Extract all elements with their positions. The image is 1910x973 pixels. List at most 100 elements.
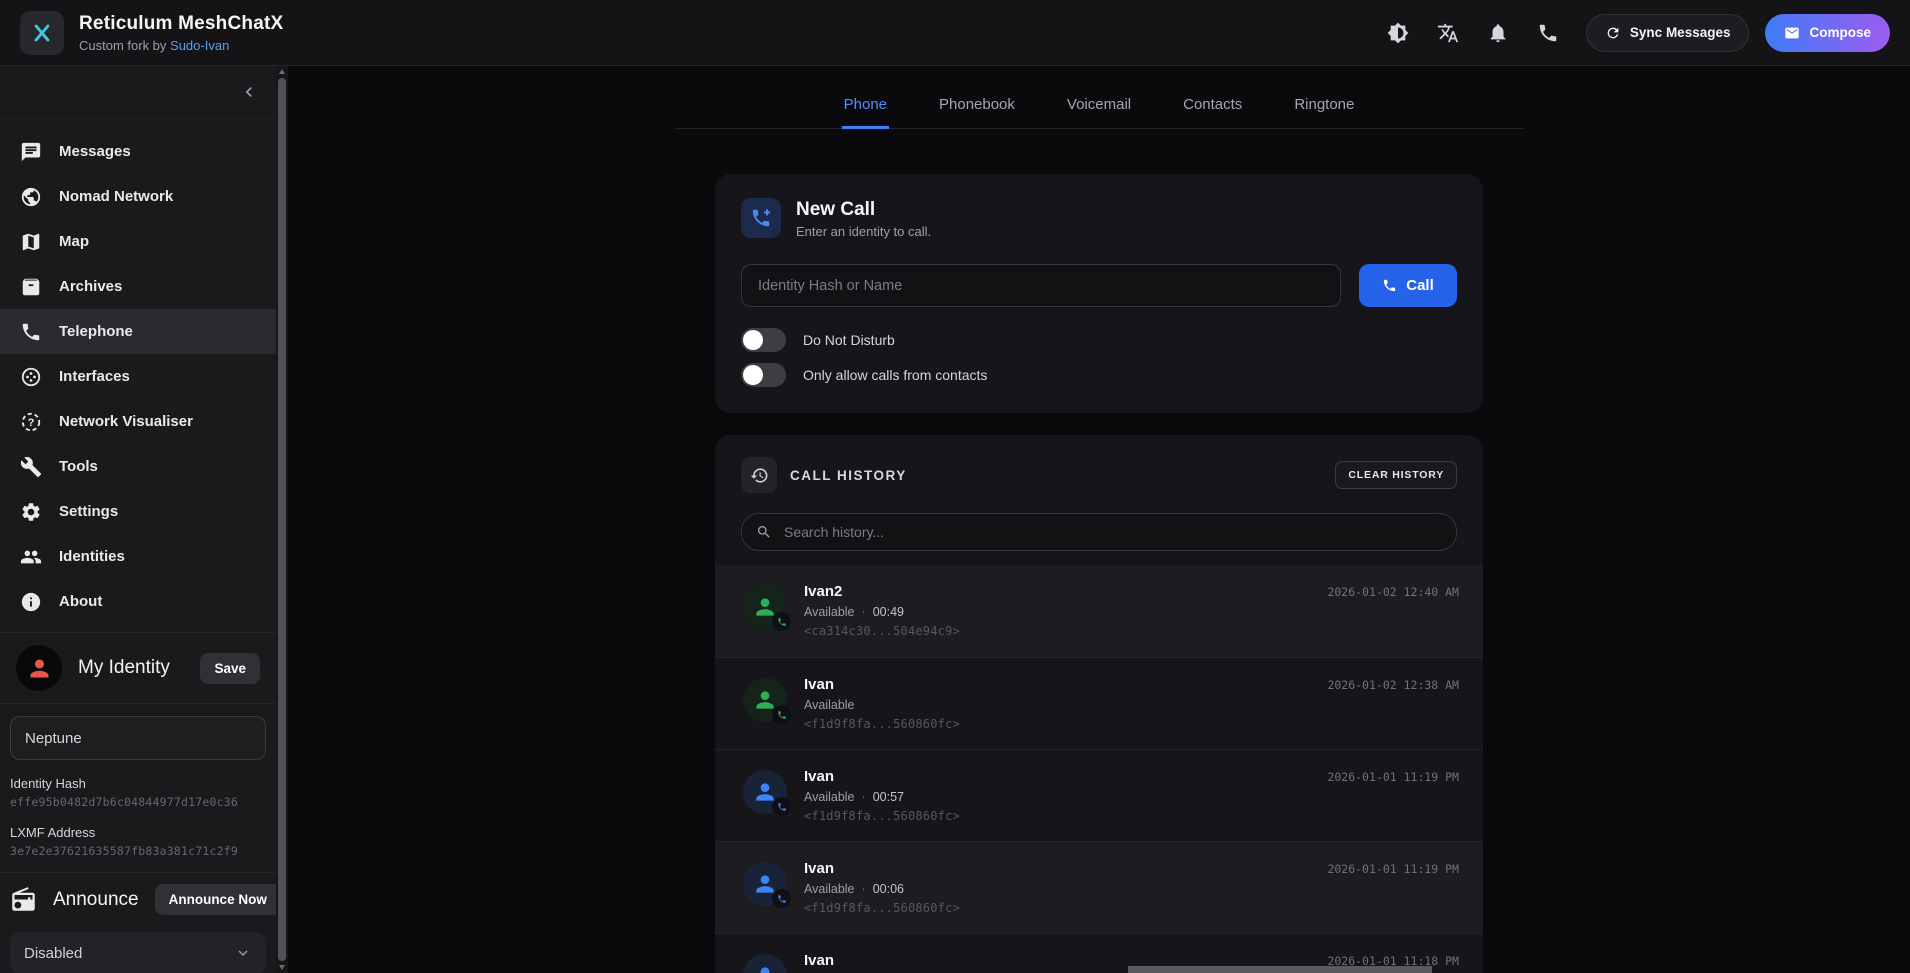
info-icon xyxy=(20,591,42,613)
call-history-card: CALL HISTORY CLEAR HISTORY Ivan2 Availab… xyxy=(715,435,1483,973)
sidebar-item-label: Tools xyxy=(59,458,98,475)
scrollbar-down-arrow[interactable] xyxy=(279,965,285,970)
status-text: Available xyxy=(804,698,855,712)
scrollbar-thumb[interactable] xyxy=(278,78,286,961)
translate-button[interactable] xyxy=(1428,13,1468,53)
contacts-only-toggle[interactable] xyxy=(741,363,786,387)
tab-label: Contacts xyxy=(1183,96,1242,113)
email-icon xyxy=(1784,25,1800,41)
app-logo[interactable] xyxy=(20,11,64,55)
call-history-header: CALL HISTORY CLEAR HISTORY xyxy=(715,457,1483,493)
phone-plus-icon xyxy=(750,207,772,229)
call-history-row[interactable]: Ivan2 Available 00:49 <ca314c30...504e94… xyxy=(715,565,1483,657)
identity-hash-label: Identity Hash xyxy=(10,776,266,791)
sidebar-item-identities[interactable]: Identities xyxy=(0,534,276,579)
do-not-disturb-toggle[interactable] xyxy=(741,328,786,352)
tab-label: Voicemail xyxy=(1067,96,1131,113)
app-title: Reticulum MeshChatX xyxy=(79,13,283,35)
sidebar-item-network-visualiser[interactable]: ? Network Visualiser xyxy=(0,399,276,444)
sidebar-item-nomad-network[interactable]: Nomad Network xyxy=(0,174,276,219)
announce-now-button[interactable]: Announce Now xyxy=(155,884,276,915)
tab-contacts[interactable]: Contacts xyxy=(1181,90,1244,129)
history-search xyxy=(741,513,1457,551)
sidebar-nav: Messages Nomad Network Map Archives Tele… xyxy=(0,119,276,624)
theme-toggle-button[interactable] xyxy=(1378,13,1418,53)
display-name-input[interactable] xyxy=(10,716,266,760)
chevron-left-icon xyxy=(239,82,259,102)
sidebar-item-interfaces[interactable]: Interfaces xyxy=(0,354,276,399)
lxmf-address-label: LXMF Address xyxy=(10,825,266,840)
sidebar-item-telephone[interactable]: Telephone xyxy=(0,309,276,354)
call-history-row[interactable]: Ivan Available 00:06 <f1d9f8fa...560860f… xyxy=(715,841,1483,933)
phone-icon xyxy=(1537,22,1559,44)
header-actions: Sync Messages Compose xyxy=(1378,13,1890,53)
tabs: Phone Phonebook Voicemail Contacts Ringtone xyxy=(675,90,1524,128)
call-history-row[interactable]: Ivan Available <f1d9f8fa...560860fc> 202… xyxy=(715,657,1483,749)
sidebar-collapse-button[interactable] xyxy=(234,77,264,107)
announce-interval-select[interactable]: Disabled xyxy=(10,932,266,973)
sidebar-item-label: About xyxy=(59,593,102,610)
horizontal-scrollbar[interactable] xyxy=(1128,966,1432,973)
tab-phonebook[interactable]: Phonebook xyxy=(937,90,1017,129)
call-button-label: Call xyxy=(1406,277,1434,294)
announce-title: Announce xyxy=(53,889,139,911)
subtitle-prefix: Custom fork by xyxy=(79,38,170,53)
call-timestamp: 2026-01-02 12:38 AM xyxy=(1327,678,1459,692)
sidebar-item-settings[interactable]: Settings xyxy=(0,489,276,534)
call-timestamp: 2026-01-01 11:19 PM xyxy=(1327,862,1459,876)
sync-messages-button[interactable]: Sync Messages xyxy=(1586,14,1750,52)
call-history-row[interactable]: Ivan Available 00:57 <f1d9f8fa...560860f… xyxy=(715,749,1483,841)
sidebar-item-label: Network Visualiser xyxy=(59,413,193,430)
status-text: Available xyxy=(804,605,855,619)
sidebar-item-messages[interactable]: Messages xyxy=(0,129,276,174)
call-button[interactable]: Call xyxy=(1359,264,1457,307)
tab-ringtone[interactable]: Ringtone xyxy=(1292,90,1356,129)
call-duration: 00:57 xyxy=(855,790,904,804)
contacts-only-row: Only allow calls from contacts xyxy=(741,363,1457,387)
sidebar-item-label: Messages xyxy=(59,143,131,160)
contact-name: Ivan xyxy=(804,676,960,693)
sidebar-scrollbar[interactable] xyxy=(276,66,288,973)
phone-icon xyxy=(777,802,787,812)
telephone-header-button[interactable] xyxy=(1528,13,1568,53)
search-icon xyxy=(756,524,772,540)
radio-icon xyxy=(10,886,37,913)
tab-label: Phone xyxy=(844,96,887,113)
horizontal-scrollbar-thumb[interactable] xyxy=(1128,966,1432,973)
sidebar-item-archives[interactable]: Archives xyxy=(0,264,276,309)
compose-button[interactable]: Compose xyxy=(1765,14,1890,52)
contact-avatar xyxy=(743,862,787,906)
toggle-knob xyxy=(743,365,763,385)
do-not-disturb-row: Do Not Disturb xyxy=(741,328,1457,352)
subtitle-link[interactable]: Sudo-Ivan xyxy=(170,38,229,53)
phone-icon xyxy=(20,321,42,343)
header: Reticulum MeshChatX Custom fork by Sudo-… xyxy=(0,0,1910,66)
app-subtitle: Custom fork by Sudo-Ivan xyxy=(79,38,283,53)
tab-label: Phonebook xyxy=(939,96,1015,113)
person-icon xyxy=(752,963,778,973)
lxmf-address-block: LXMF Address 3e7e2e37621635587fb83a381c7… xyxy=(10,825,266,858)
clear-history-button[interactable]: CLEAR HISTORY xyxy=(1335,461,1457,489)
people-icon xyxy=(20,546,42,568)
announce-section: Announce Announce Now xyxy=(0,873,276,924)
wrench-icon xyxy=(20,456,42,478)
person-icon xyxy=(26,655,53,682)
tab-phone[interactable]: Phone xyxy=(842,90,889,129)
sidebar-item-about[interactable]: About xyxy=(0,579,276,624)
new-call-header: New Call Enter an identity to call. xyxy=(741,198,1457,239)
notifications-button[interactable] xyxy=(1478,13,1518,53)
compose-label: Compose xyxy=(1809,25,1871,40)
scrollbar-up-arrow[interactable] xyxy=(279,69,285,74)
contact-name: Ivan xyxy=(804,952,904,969)
archive-icon xyxy=(20,276,42,298)
sidebar-item-tools[interactable]: Tools xyxy=(0,444,276,489)
x-logo-icon xyxy=(29,20,55,46)
call-history-title: CALL HISTORY xyxy=(790,468,907,483)
tab-voicemail[interactable]: Voicemail xyxy=(1065,90,1133,129)
history-search-input[interactable] xyxy=(782,523,1442,541)
lxmf-address-value: 3e7e2e37621635587fb83a381c71c2f9 xyxy=(10,844,266,858)
sidebar-item-map[interactable]: Map xyxy=(0,219,276,264)
save-button[interactable]: Save xyxy=(200,653,260,684)
call-timestamp: 2026-01-02 12:40 AM xyxy=(1327,585,1459,599)
identity-input[interactable] xyxy=(741,264,1341,307)
